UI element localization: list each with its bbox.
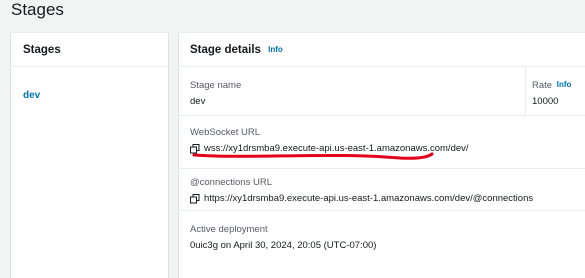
- websocket-url-label: WebSocket URL: [190, 127, 261, 138]
- copy-icon[interactable]: [190, 143, 200, 154]
- connections-url-value: https://xy1drsmba9.execute-api.us-east-1…: [204, 193, 534, 204]
- divider: [179, 168, 585, 169]
- stage-name-field: Stage name dev: [190, 80, 241, 107]
- rate-label: Rate: [532, 80, 553, 91]
- copy-icon[interactable]: [190, 193, 200, 204]
- active-deployment-value: 0uic3g on April 30, 2024, 20:05 (UTC-07:…: [190, 240, 377, 251]
- active-deployment-field: Active deployment 0uic3g on April 30, 20…: [190, 224, 376, 251]
- divider: [179, 210, 585, 211]
- stage-name-label: Stage name: [190, 80, 242, 91]
- connections-url-label: @connections URL: [190, 177, 272, 188]
- rate-field: Rate Info 10000: [525, 67, 585, 115]
- stage-details-panel: Stage details Info Stage name dev Rate I…: [179, 33, 585, 278]
- page-title: Stages: [11, 0, 64, 19]
- websocket-url-value: wss://xy1drsmba9.execute-api.us-east-1.a…: [204, 143, 469, 154]
- divider: [179, 115, 585, 116]
- stage-details-title: Stage details: [190, 44, 261, 56]
- stages-panel: Stages dev: [11, 33, 168, 278]
- rate-value: 10000: [532, 96, 559, 107]
- rate-info-link[interactable]: Info: [557, 80, 572, 89]
- connections-url-field: @connections URL https://xy1drsmba9.exec…: [190, 177, 533, 204]
- stage-details-info-link[interactable]: Info: [268, 45, 283, 54]
- stage-details-header: Stage details Info: [179, 33, 585, 67]
- stage-item-dev[interactable]: dev: [23, 90, 40, 101]
- websocket-url-field: WebSocket URL wss://xy1drsmba9.execute-a…: [190, 127, 469, 154]
- active-deployment-label: Active deployment: [190, 224, 268, 235]
- stage-name-value: dev: [190, 96, 206, 107]
- stages-panel-title: Stages: [11, 33, 168, 67]
